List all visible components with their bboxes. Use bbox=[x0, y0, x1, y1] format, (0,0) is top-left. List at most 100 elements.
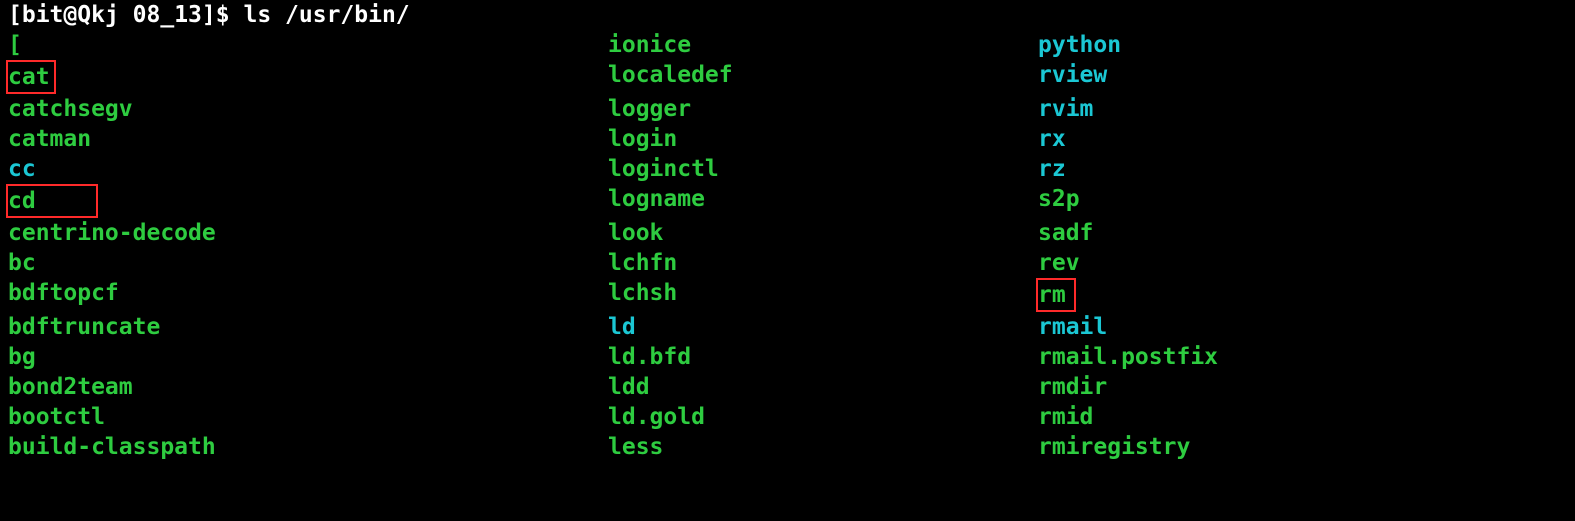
file-entry: bdftruncate bbox=[8, 314, 160, 340]
file-entry: rz bbox=[1038, 156, 1066, 182]
listing-col: localedef bbox=[608, 60, 1038, 94]
file-entry: logname bbox=[608, 186, 705, 212]
highlight-box: rm bbox=[1036, 278, 1076, 312]
file-entry: ldd bbox=[608, 374, 650, 400]
file-entry: rmiregistry bbox=[1038, 434, 1190, 460]
listing-col: ld bbox=[608, 312, 1038, 342]
listing-col: bond2team bbox=[8, 372, 608, 402]
listing-col: rmail bbox=[1038, 312, 1538, 342]
listing-row: cc loginctl rz bbox=[8, 154, 1567, 184]
listing-col: bdftopcf bbox=[8, 278, 608, 312]
file-entry: ld bbox=[608, 314, 636, 340]
file-entry: cc bbox=[8, 156, 36, 182]
prompt-cwd: 08_13 bbox=[133, 2, 202, 28]
listing-row: catman login rx bbox=[8, 124, 1567, 154]
listing-row: bdftopcf lchsh rm bbox=[8, 278, 1567, 312]
file-entry: bond2team bbox=[8, 374, 133, 400]
file-entry: catchsegv bbox=[8, 96, 133, 122]
listing-col: rmid bbox=[1038, 402, 1538, 432]
file-entry: cd bbox=[8, 188, 36, 214]
listing-col: logname bbox=[608, 184, 1038, 218]
listing-col: rmiregistry bbox=[1038, 432, 1538, 462]
file-entry: login bbox=[608, 126, 677, 152]
listing-col: logger bbox=[608, 94, 1038, 124]
file-entry: ionice bbox=[608, 32, 691, 58]
listing-col: rvim bbox=[1038, 94, 1538, 124]
file-entry: rev bbox=[1038, 250, 1080, 276]
file-entry: rvim bbox=[1038, 96, 1093, 122]
listing-col: rx bbox=[1038, 124, 1538, 154]
listing-col: centrino-decode bbox=[8, 218, 608, 248]
listing-col: ionice bbox=[608, 30, 1038, 60]
file-entry: catman bbox=[8, 126, 91, 152]
file-entry: rview bbox=[1038, 62, 1107, 88]
listing-row: cat localedef rview bbox=[8, 60, 1567, 94]
file-entry: ld.gold bbox=[608, 404, 705, 430]
file-entry: logger bbox=[608, 96, 691, 122]
file-entry: bc bbox=[8, 250, 36, 276]
listing-col: loginctl bbox=[608, 154, 1038, 184]
file-entry: centrino-decode bbox=[8, 220, 216, 246]
prompt-host: Qkj bbox=[77, 2, 119, 28]
listing-row: build-classpath less rmiregistry bbox=[8, 432, 1567, 462]
file-entry: less bbox=[608, 434, 663, 460]
listing-col: rmail.postfix bbox=[1038, 342, 1538, 372]
file-entry: rmail.postfix bbox=[1038, 344, 1218, 370]
listing-row: bg ld.bfd rmail.postfix bbox=[8, 342, 1567, 372]
file-entry: s2p bbox=[1038, 186, 1080, 212]
listing-col: cat bbox=[8, 60, 608, 94]
listing-col: ld.bfd bbox=[608, 342, 1038, 372]
listing-row: centrino-decode looksadf bbox=[8, 218, 1567, 248]
file-entry: [ bbox=[8, 32, 22, 58]
file-entry: bdftopcf bbox=[8, 280, 119, 306]
listing-col: python bbox=[1038, 30, 1538, 60]
file-entry: rm bbox=[1038, 282, 1066, 308]
highlight-box: cd bbox=[6, 184, 98, 218]
listing-col: rm bbox=[1038, 278, 1538, 312]
listing-col: lchfn bbox=[608, 248, 1038, 278]
listing-col: cc bbox=[8, 154, 608, 184]
listing-col: catman bbox=[8, 124, 608, 154]
file-entry: rmid bbox=[1038, 404, 1093, 430]
listing-col: rview bbox=[1038, 60, 1538, 94]
prompt-bracket-close: ]$ bbox=[202, 2, 230, 28]
file-entry: localedef bbox=[608, 62, 733, 88]
listing-row: catchsegv logger rvim bbox=[8, 94, 1567, 124]
listing-col: rev bbox=[1038, 248, 1538, 278]
file-entry: sadf bbox=[1038, 220, 1093, 246]
listing-col: lchsh bbox=[608, 278, 1038, 312]
listing-row: [ ionice python bbox=[8, 30, 1567, 60]
file-entry: cat bbox=[8, 64, 50, 90]
listing-col: [ bbox=[8, 30, 608, 60]
listing-row: bc lchfnrev bbox=[8, 248, 1567, 278]
listing-col: rmdir bbox=[1038, 372, 1538, 402]
listing-col: cd bbox=[8, 184, 608, 218]
file-entry: bg bbox=[8, 344, 36, 370]
listing-col: bg bbox=[8, 342, 608, 372]
prompt-space2 bbox=[230, 2, 244, 28]
terminal[interactable]: [bit@Qkj 08_13]$ ls /usr/bin/ [ionicepyt… bbox=[0, 0, 1575, 462]
file-entry: loginctl bbox=[608, 156, 719, 182]
file-entry: ld.bfd bbox=[608, 344, 691, 370]
prompt-user: bit bbox=[22, 2, 64, 28]
listing-row: bdftruncate ld rmail bbox=[8, 312, 1567, 342]
listing-col: bootctl bbox=[8, 402, 608, 432]
file-entry: rmail bbox=[1038, 314, 1107, 340]
listing-col: catchsegv bbox=[8, 94, 608, 124]
file-entry: lchsh bbox=[608, 280, 677, 306]
prompt-space bbox=[119, 2, 133, 28]
file-entry: python bbox=[1038, 32, 1121, 58]
listing-col: bdftruncate bbox=[8, 312, 608, 342]
listing-col: s2p bbox=[1038, 184, 1538, 218]
listing-col: look bbox=[608, 218, 1038, 248]
prompt-at: @ bbox=[63, 2, 77, 28]
file-listing: [ ionice python cat localedef rview catchsegv l… bbox=[8, 30, 1567, 462]
prompt-bracket-open: [ bbox=[8, 2, 22, 28]
file-entry: bootctl bbox=[8, 404, 105, 430]
listing-row: cd logname s2p bbox=[8, 184, 1567, 218]
listing-col: sadf bbox=[1038, 218, 1538, 248]
listing-row: bond2team ldd rmdir bbox=[8, 372, 1567, 402]
file-entry: rx bbox=[1038, 126, 1066, 152]
listing-col: ld.gold bbox=[608, 402, 1038, 432]
file-entry: build-classpath bbox=[8, 434, 216, 460]
